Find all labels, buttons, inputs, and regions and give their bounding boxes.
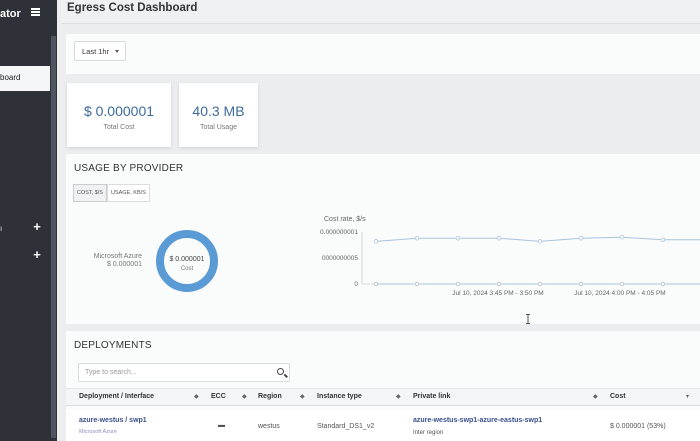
data-point [496, 281, 502, 287]
search-placeholder: Type to search... [85, 369, 137, 376]
page-title: Egress Cost Dashboard [67, 2, 198, 14]
data-point [373, 239, 379, 244]
x-tick-label: Jul 10, 2024 4:00 PM - 4:05 PM [574, 290, 665, 297]
y-tick-label: 0000000005 [322, 255, 359, 262]
donut-center-value: $ 0.000001 [169, 256, 204, 263]
sort-icon[interactable]: ◆ [396, 393, 401, 400]
data-point [578, 281, 584, 287]
text-cursor-icon [526, 314, 530, 324]
sort-icon[interactable]: ◆ [194, 393, 199, 400]
table-header: Deployment / Interface ◆ ECC ◆ Region ◆ … [66, 388, 700, 406]
col-cost[interactable]: Cost [610, 393, 626, 400]
data-point [537, 281, 543, 287]
deployments-panel: DEPLOYMENTS Type to search... Deployment… [66, 331, 700, 441]
sort-icon[interactable]: ◆ [300, 393, 305, 400]
ecc-value: ▬ [218, 422, 225, 429]
page-header: Egress Cost Dashboard [61, 0, 700, 24]
deployments-title: DEPLOYMENTS [74, 340, 152, 351]
total-cost-card: $ 0.000001 Total Cost [67, 83, 171, 147]
total-cost-label: Total Cost [103, 124, 135, 131]
table-row[interactable]: azure-westus / swp1 Microsoft Azure ▬ we… [66, 409, 700, 441]
donut-center-label: Cost [181, 266, 194, 272]
data-point [414, 281, 420, 287]
time-range-select[interactable]: Last 1hr [74, 41, 126, 61]
usage-section-title: USAGE BY PROVIDER [74, 163, 184, 174]
data-point [660, 281, 666, 287]
data-point [373, 281, 379, 287]
legend-provider: Microsoft Azure [93, 253, 142, 260]
cost-donut-chart[interactable]: $ 0.000001 Cost [155, 229, 219, 293]
private-link-sub: Inter region [413, 430, 444, 436]
sidebar-item-dashboard[interactable]: board [0, 66, 50, 91]
donut-legend: Microsoft Azure $ 0.000001 [80, 253, 142, 269]
total-usage-value: 40.3 MB [192, 103, 245, 119]
sort-icon[interactable]: ◆ [593, 393, 598, 400]
time-range-value: Last 1hr [82, 47, 110, 56]
sidebar-scrollbar[interactable] [51, 36, 56, 438]
data-point [455, 236, 461, 241]
y-tick-label: 0.000000001 [320, 229, 358, 236]
search-input[interactable]: Type to search... [78, 363, 290, 382]
data-point [496, 236, 502, 241]
usage-by-provider-panel: USAGE BY PROVIDER COST, $/S USAGE, KB/S … [66, 154, 700, 324]
region-value: westus [258, 423, 280, 430]
expand-plus-icon[interactable]: + [32, 248, 42, 261]
sort-down-icon[interactable]: ▾ [686, 393, 689, 400]
expand-plus-icon[interactable]: + [32, 220, 42, 233]
sidebar-item-label: ı [0, 224, 3, 233]
tab-usage[interactable]: USAGE, KB/S [106, 184, 150, 202]
col-region[interactable]: Region [258, 393, 282, 400]
deployment-provider: Microsoft Azure [79, 429, 117, 435]
data-point [537, 239, 543, 244]
col-deployment[interactable]: Deployment / Interface [79, 393, 154, 400]
search-icon[interactable] [277, 368, 284, 375]
private-link-value[interactable]: azure-westus-swp1-azure-eastus-swp1 [413, 417, 542, 424]
data-point [455, 281, 461, 287]
total-usage-label: Total Usage [200, 124, 237, 131]
sort-icon[interactable]: ◆ [242, 393, 247, 400]
tab-cost[interactable]: COST, $/S [73, 184, 107, 202]
col-private-link[interactable]: Private link [413, 393, 450, 400]
instance-type-value: Standard_DS1_v2 [317, 423, 375, 430]
total-usage-card: 40.3 MB Total Usage [179, 83, 258, 147]
chart-title: Cost rate, $/s [324, 216, 366, 223]
chevron-down-icon [115, 50, 119, 53]
app-name: ator [0, 8, 21, 20]
data-point [660, 237, 666, 242]
data-point [619, 235, 625, 240]
legend-amount: $ 0.000001 [106, 261, 142, 268]
data-point [414, 236, 420, 241]
total-cost-value: $ 0.000001 [83, 103, 155, 119]
y-tick-label: 0 [354, 281, 358, 288]
hamburger-menu-icon[interactable] [31, 8, 40, 16]
data-point [619, 281, 625, 287]
cost-value: $ 0.000001 (53%) [610, 423, 666, 430]
deployment-name[interactable]: azure-westus / swp1 [79, 417, 147, 424]
col-instance-type[interactable]: Instance type [317, 393, 362, 400]
col-ecc[interactable]: ECC [211, 393, 226, 400]
cost-rate-line-chart[interactable]: Cost rate, $/s 0.000000001 0000000005 0 Ju… [310, 214, 700, 309]
data-point [578, 236, 584, 241]
usage-tabs: COST, $/S USAGE, KB/S [73, 184, 150, 202]
filter-bar: Last 1hr [66, 34, 700, 74]
x-tick-label: Jul 10, 2024 3:45 PM - 3:50 PM [452, 290, 543, 297]
sidebar: ator board ı + + [0, 0, 57, 441]
